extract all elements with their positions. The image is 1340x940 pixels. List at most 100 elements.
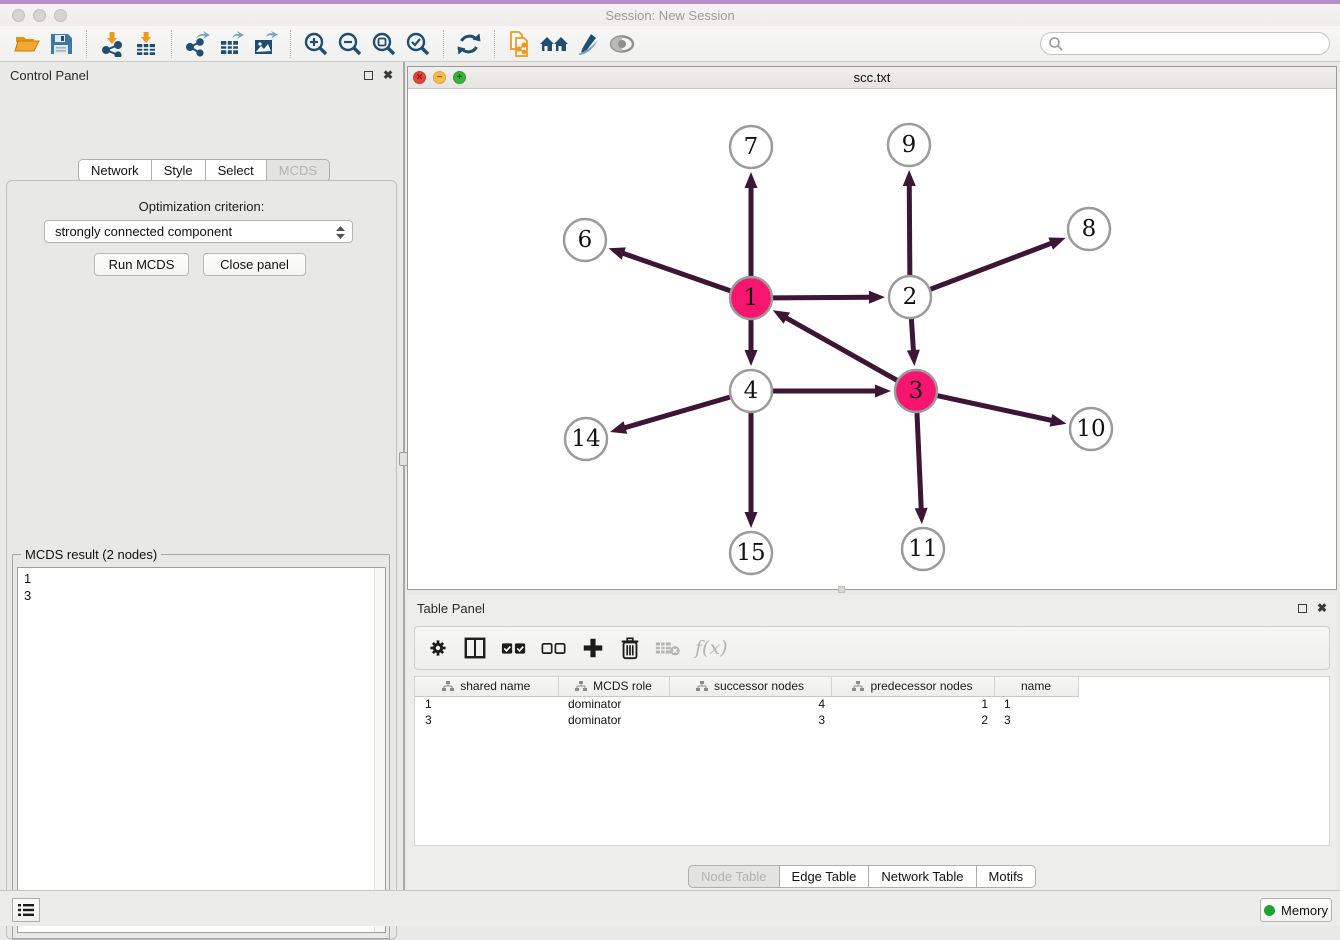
houses-glyph xyxy=(539,31,569,57)
network-graph-canvas[interactable]: 7968124314101511 xyxy=(408,89,1336,589)
table-row[interactable]: 3 dominator 3 2 3 xyxy=(415,712,1078,728)
float-panel-icon[interactable] xyxy=(364,71,373,80)
column-header-shared-name[interactable]: shared name xyxy=(415,677,558,696)
delete-column-icon[interactable] xyxy=(619,636,641,660)
graph-node-label: 2 xyxy=(903,284,918,310)
deselect-all-icon[interactable] xyxy=(541,637,567,659)
memory-button[interactable]: Memory xyxy=(1260,898,1332,922)
tab-network-table[interactable]: Network Table xyxy=(869,865,976,888)
column-header-predecessor-nodes[interactable]: predecessor nodes xyxy=(831,677,994,696)
graph-edge-2-8[interactable] xyxy=(931,243,1053,289)
settings-gear-icon[interactable] xyxy=(427,637,449,659)
show-hide-icon[interactable] xyxy=(605,29,639,59)
result-scrollbar[interactable] xyxy=(374,568,385,932)
result-line: 1 xyxy=(24,570,379,587)
column-header-name[interactable]: name xyxy=(994,677,1078,696)
zoom-fit-icon[interactable] xyxy=(367,29,401,59)
add-column-icon[interactable] xyxy=(581,636,605,660)
tab-select[interactable]: Select xyxy=(206,159,267,182)
tab-style[interactable]: Style xyxy=(152,159,206,182)
export-image-glyph xyxy=(252,31,278,57)
refresh-glyph xyxy=(456,31,482,57)
graph-edge-arrow xyxy=(609,247,626,259)
zoom-selected-icon[interactable] xyxy=(401,29,435,59)
graph-edge-arrow xyxy=(610,421,627,433)
tab-mcds[interactable]: MCDS xyxy=(267,159,330,182)
export-table-icon[interactable] xyxy=(214,29,248,59)
close-panel-button[interactable]: Close panel xyxy=(203,253,306,276)
graph-edge-2-3[interactable] xyxy=(911,319,913,352)
tab-network[interactable]: Network xyxy=(78,159,152,182)
window-title: Session: New Session xyxy=(0,8,1340,23)
pen-glyph xyxy=(575,31,601,57)
delete-table-icon[interactable] xyxy=(655,638,681,658)
refresh-layout-icon[interactable] xyxy=(452,29,486,59)
graph-node-label: 11 xyxy=(908,536,937,562)
graph-edge-arrow xyxy=(745,172,758,188)
tab-motifs[interactable]: Motifs xyxy=(977,865,1037,888)
main-toolbar xyxy=(0,26,1340,62)
graph-edge-1-6[interactable] xyxy=(622,253,730,291)
graph-edge-2-9[interactable] xyxy=(909,184,910,275)
window-resize-handle[interactable] xyxy=(838,586,845,593)
node-table-grid: shared name MCDS role successor nodes pr… xyxy=(415,677,1079,728)
run-mcds-button[interactable]: Run MCDS xyxy=(94,253,189,276)
graph-node-label: 8 xyxy=(1082,216,1097,242)
graph-edge-3-1[interactable] xyxy=(785,317,897,380)
task-history-button[interactable] xyxy=(12,898,40,922)
select-all-icon[interactable] xyxy=(501,637,527,659)
float-table-panel-icon[interactable] xyxy=(1298,604,1307,613)
memory-label: Memory xyxy=(1281,903,1328,918)
column-panel-glyph xyxy=(463,636,487,660)
network-from-clipboard-icon[interactable] xyxy=(503,29,537,59)
graph-node-label: 10 xyxy=(1076,416,1105,442)
tab-edge-table[interactable]: Edge Table xyxy=(780,865,870,888)
graph-edge-3-10[interactable] xyxy=(937,396,1052,421)
graph-node-label: 7 xyxy=(744,134,759,160)
table-row[interactable]: 1 dominator 4 1 1 xyxy=(415,696,1078,712)
graph-edge-arrow xyxy=(1048,237,1065,249)
graph-edge-arrow xyxy=(1050,414,1067,427)
selected-option: strongly connected component xyxy=(55,224,232,239)
network-view-window: × − + scc.txt 7968124314101511 xyxy=(407,66,1337,590)
control-panel-tabs: Network Style Select MCDS xyxy=(78,159,330,182)
tab-node-table[interactable]: Node Table xyxy=(688,865,780,888)
open-folder-icon[interactable] xyxy=(10,29,44,59)
toolbar-separator xyxy=(86,30,87,58)
table-panel: Table Panel ✖ xyxy=(407,595,1337,890)
column-panel-icon[interactable] xyxy=(463,636,487,660)
first-neighbors-icon[interactable] xyxy=(537,29,571,59)
export-image-icon[interactable] xyxy=(248,29,282,59)
export-network-icon[interactable] xyxy=(180,29,214,59)
style-paint-icon[interactable] xyxy=(571,29,605,59)
column-header-mcds-role[interactable]: MCDS role xyxy=(558,677,669,696)
optimization-criterion-label: Optimization criterion: xyxy=(0,199,403,214)
graph-node-label: 1 xyxy=(744,285,759,311)
import-network-icon[interactable] xyxy=(95,29,129,59)
control-panel: Control Panel ✖ Network Style Select MCD… xyxy=(0,62,403,890)
graph-edge-4-14[interactable] xyxy=(623,397,729,428)
network-file-glyph xyxy=(507,31,533,57)
graph-edge-3-11[interactable] xyxy=(917,413,921,510)
close-table-panel-icon[interactable]: ✖ xyxy=(1317,601,1327,615)
close-panel-icon[interactable]: ✖ xyxy=(383,68,393,82)
import-table-icon[interactable] xyxy=(129,29,163,59)
save-session-icon[interactable] xyxy=(44,29,78,59)
network-window-titlebar[interactable]: × − + scc.txt xyxy=(408,67,1336,89)
delete-table-glyph xyxy=(655,638,681,658)
mcds-result-textarea[interactable]: 1 3 xyxy=(17,567,386,933)
zoom-in-icon[interactable] xyxy=(299,29,333,59)
gear-glyph xyxy=(427,637,449,659)
graph-node-label: 9 xyxy=(902,132,917,158)
mcds-result-group: MCDS result (2 nodes) 1 3 xyxy=(12,554,390,939)
graph-edge-arrow xyxy=(907,350,920,366)
zoom-out-icon[interactable] xyxy=(333,29,367,59)
graph-edge-arrow xyxy=(869,291,885,304)
optimization-criterion-select[interactable]: strongly connected component xyxy=(44,220,353,243)
panel-divider[interactable] xyxy=(403,62,405,890)
column-header-successor-nodes[interactable]: successor nodes xyxy=(669,677,831,696)
search-input[interactable] xyxy=(1040,32,1330,55)
graph-edge-1-2[interactable] xyxy=(773,297,871,298)
graph-edge-arrow xyxy=(903,170,916,186)
function-builder-icon[interactable]: f(x) xyxy=(695,637,728,659)
